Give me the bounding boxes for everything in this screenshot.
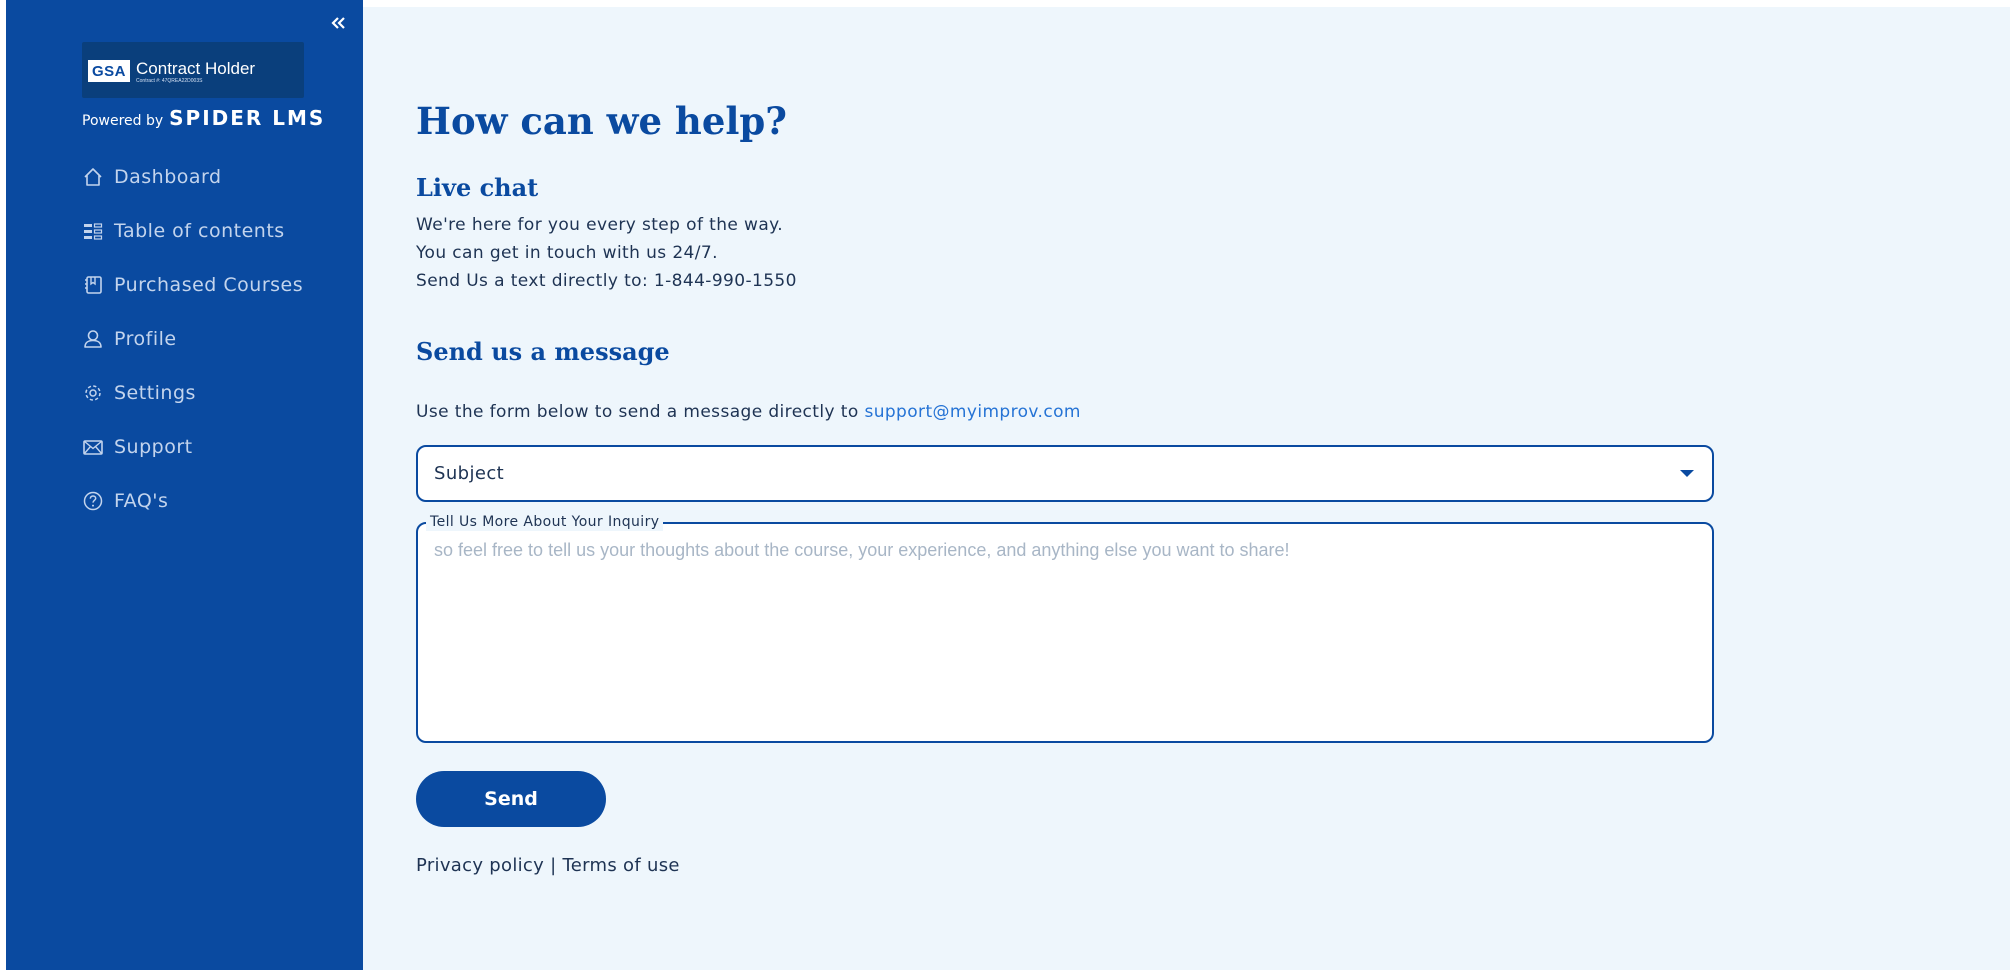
subject-dropdown[interactable]: Subject [416, 445, 1714, 502]
inquiry-label: Tell Us More About Your Inquiry [426, 513, 664, 531]
home-icon [82, 166, 104, 188]
live-chat-title: Live chat [416, 173, 539, 202]
book-icon [82, 274, 104, 296]
support-email-link[interactable]: support@myimprov.com [864, 402, 1080, 422]
subject-value: Subject [434, 463, 505, 484]
collapse-sidebar-button[interactable] [324, 10, 352, 36]
help-icon [82, 490, 104, 512]
double-chevron-left-icon [331, 17, 345, 29]
sidebar-item-label: FAQ's [114, 490, 169, 512]
live-chat-line: You can get in touch with us 24/7. [416, 243, 718, 263]
gsa-contract-badge: GSA Contract Holder Contract #: 47QREA22… [82, 42, 304, 98]
send-message-title: Send us a message [416, 337, 670, 366]
privacy-policy-link[interactable]: Privacy policy [416, 855, 544, 876]
form-description-text: Use the form below to send a message dir… [416, 402, 859, 422]
sidebar: GSA Contract Holder Contract #: 47QREA22… [6, 0, 363, 970]
live-chat-line: We're here for you every step of the way… [416, 215, 784, 235]
sidebar-item-purchased-courses[interactable]: Purchased Courses [82, 258, 303, 312]
inquiry-field: Tell Us More About Your Inquiry [416, 513, 1714, 743]
sidebar-item-label: Support [114, 436, 193, 458]
sidebar-item-dashboard[interactable]: Dashboard [82, 150, 303, 204]
gsa-title: Contract Holder [136, 59, 256, 78]
footer-links: Privacy policy | Terms of use [416, 855, 680, 876]
mail-icon [82, 436, 104, 458]
sidebar-item-support[interactable]: Support [82, 420, 303, 474]
list-icon [82, 220, 104, 242]
sidebar-item-label: Settings [114, 382, 196, 404]
sidebar-item-label: Purchased Courses [114, 274, 304, 296]
sidebar-item-label: Dashboard [114, 166, 222, 188]
send-button[interactable]: Send [416, 771, 606, 827]
user-icon [82, 328, 104, 350]
powered-by: Powered by SPIDER LMS [82, 106, 325, 130]
sidebar-item-settings[interactable]: Settings [82, 366, 303, 420]
main-content: How can we help? Live chat We're here fo… [363, 7, 2010, 970]
footer-separator: | [550, 855, 557, 876]
live-chat-line: Send Us a text directly to: 1-844-990-15… [416, 271, 797, 291]
sidebar-item-profile[interactable]: Profile [82, 312, 303, 366]
gsa-text: Contract Holder Contract #: 47QREA22D003… [136, 60, 255, 85]
brand-logo: SPIDER LMS [169, 106, 326, 130]
sidebar-item-label: Table of contents [114, 220, 285, 242]
gsa-contract-number: Contract #: 47QREA22D003S [136, 78, 203, 84]
powered-by-prefix: Powered by [82, 113, 164, 129]
inquiry-textarea[interactable] [432, 538, 1698, 732]
form-description: Use the form below to send a message dir… [416, 402, 1081, 422]
sidebar-nav: Dashboard Table of contents Purchased Co… [82, 150, 303, 528]
gear-icon [82, 382, 104, 404]
gsa-logo: GSA [88, 60, 131, 82]
sidebar-item-table-of-contents[interactable]: Table of contents [82, 204, 303, 258]
page-title: How can we help? [416, 99, 787, 143]
sidebar-item-label: Profile [114, 328, 177, 350]
caret-down-icon [1680, 470, 1694, 477]
terms-of-use-link[interactable]: Terms of use [563, 855, 680, 876]
sidebar-item-faq[interactable]: FAQ's [82, 474, 303, 528]
